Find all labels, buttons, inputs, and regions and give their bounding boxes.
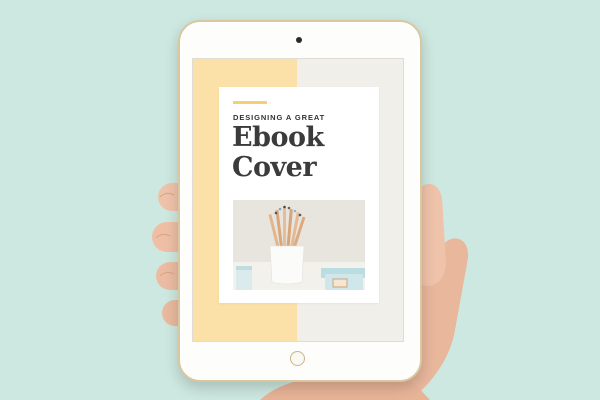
pencil-cup-photo <box>233 200 365 290</box>
cover-title: Ebook Cover <box>232 123 372 183</box>
home-button <box>290 351 305 366</box>
cover-title-line-1: Ebook <box>232 122 324 153</box>
cover-title-line-2: Cover <box>232 152 317 183</box>
product-mockup-scene: DESIGNING A GREAT Ebook Cover <box>0 0 600 400</box>
cover-subtitle: DESIGNING A GREAT <box>233 113 326 122</box>
camera-icon <box>296 37 302 43</box>
accent-line <box>233 101 267 104</box>
ebook-cover: DESIGNING A GREAT Ebook Cover <box>219 87 379 303</box>
tablet-device: DESIGNING A GREAT Ebook Cover <box>178 20 422 382</box>
tablet-screen: DESIGNING A GREAT Ebook Cover <box>192 58 404 342</box>
